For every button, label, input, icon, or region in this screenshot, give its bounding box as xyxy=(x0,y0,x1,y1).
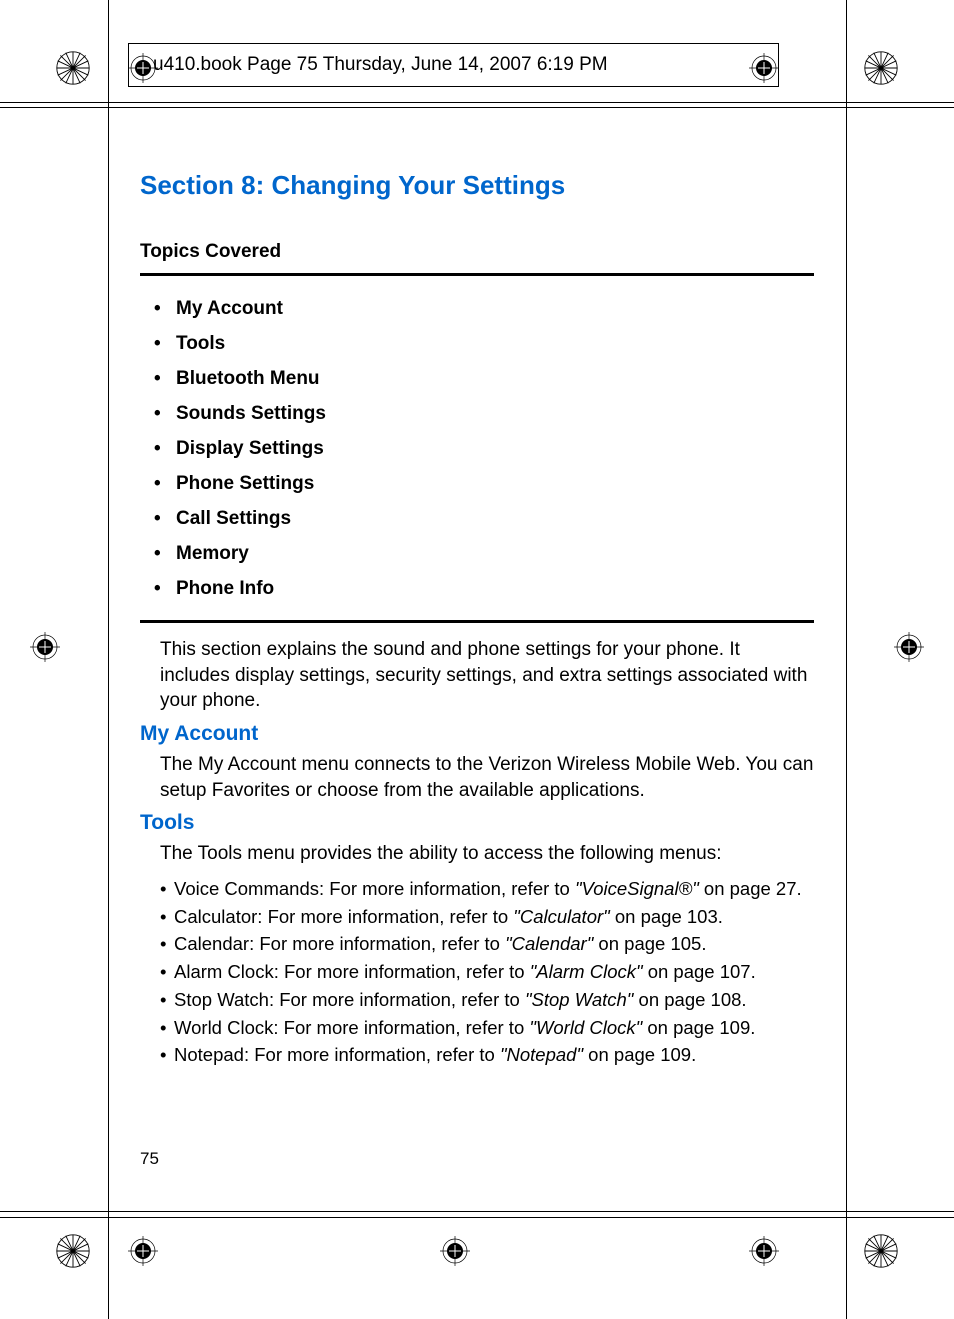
reference-page: on page 103. xyxy=(610,906,723,927)
reference-page: on page 109. xyxy=(642,1017,755,1038)
frame-line xyxy=(0,1211,954,1212)
reference-title: "World Clock" xyxy=(529,1017,642,1038)
topics-list: My Account Tools Bluetooth Menu Sounds S… xyxy=(140,298,814,600)
divider xyxy=(140,273,814,276)
registration-mark-icon xyxy=(863,50,899,86)
tool-item-label: Calculator: For more information, refer … xyxy=(174,906,513,927)
tools-menu-item: Calendar: For more information, refer to… xyxy=(160,930,814,958)
reference-title: "Notepad" xyxy=(500,1044,583,1065)
frame-line xyxy=(0,1217,954,1218)
tools-menu-item: Voice Commands: For more information, re… xyxy=(160,875,814,903)
topic-item: Call Settings xyxy=(154,508,814,530)
tool-item-label: Stop Watch: For more information, refer … xyxy=(174,989,525,1010)
tool-item-label: Calendar: For more information, refer to xyxy=(174,933,505,954)
section-title: Section 8: Changing Your Settings xyxy=(140,170,814,201)
tools-heading: Tools xyxy=(140,811,814,835)
tools-menu-list: Voice Commands: For more information, re… xyxy=(140,875,814,1069)
topic-item: Sounds Settings xyxy=(154,403,814,425)
tools-menu-item: Stop Watch: For more information, refer … xyxy=(160,986,814,1014)
section-intro: This section explains the sound and phon… xyxy=(140,637,814,714)
document-meta: u410.book Page 75 Thursday, June 14, 200… xyxy=(153,54,608,76)
tools-menu-item: Alarm Clock: For more information, refer… xyxy=(160,958,814,986)
topic-item: Bluetooth Menu xyxy=(154,368,814,390)
reference-page: on page 27. xyxy=(699,878,802,899)
registration-mark-icon xyxy=(863,1233,899,1269)
tools-intro: The Tools menu provides the ability to a… xyxy=(140,841,814,867)
topic-item: Phone Info xyxy=(154,578,814,600)
document-header-box: u410.book Page 75 Thursday, June 14, 200… xyxy=(128,43,779,87)
crosshair-icon xyxy=(30,632,60,662)
reference-title: "Stop Watch" xyxy=(525,989,633,1010)
reference-title: "Calendar" xyxy=(505,933,593,954)
reference-title: "Calculator" xyxy=(513,906,609,927)
my-account-body: The My Account menu connects to the Veri… xyxy=(140,752,814,803)
tool-item-label: Notepad: For more information, refer to xyxy=(174,1044,500,1065)
crosshair-icon xyxy=(128,1236,158,1266)
registration-mark-icon xyxy=(55,1233,91,1269)
topic-item: Display Settings xyxy=(154,438,814,460)
topic-item: My Account xyxy=(154,298,814,320)
tool-item-label: Voice Commands: For more information, re… xyxy=(174,878,575,899)
topic-item: Tools xyxy=(154,333,814,355)
my-account-heading: My Account xyxy=(140,722,814,746)
tools-menu-item: World Clock: For more information, refer… xyxy=(160,1014,814,1042)
reference-page: on page 108. xyxy=(633,989,746,1010)
topics-covered-heading: Topics Covered xyxy=(140,241,814,263)
page-content: Section 8: Changing Your Settings Topics… xyxy=(140,170,814,1189)
reference-page: on page 107. xyxy=(643,961,756,982)
tools-menu-item: Notepad: For more information, refer to … xyxy=(160,1041,814,1069)
frame-line xyxy=(846,0,847,1319)
reference-page: on page 105. xyxy=(593,933,706,954)
crosshair-icon xyxy=(894,632,924,662)
registration-mark-icon xyxy=(55,50,91,86)
tool-item-label: World Clock: For more information, refer… xyxy=(174,1017,529,1038)
frame-line xyxy=(108,0,109,1319)
page-number: 75 xyxy=(140,1149,159,1169)
tool-item-label: Alarm Clock: For more information, refer… xyxy=(174,961,530,982)
frame-line xyxy=(0,102,954,103)
reference-page: on page 109. xyxy=(583,1044,696,1065)
topic-item: Phone Settings xyxy=(154,473,814,495)
divider xyxy=(140,620,814,623)
frame-line xyxy=(0,107,954,108)
reference-title: "VoiceSignal®" xyxy=(575,878,699,899)
tools-menu-item: Calculator: For more information, refer … xyxy=(160,903,814,931)
topic-item: Memory xyxy=(154,543,814,565)
crosshair-icon xyxy=(749,1236,779,1266)
crosshair-icon xyxy=(440,1236,470,1266)
reference-title: "Alarm Clock" xyxy=(530,961,643,982)
